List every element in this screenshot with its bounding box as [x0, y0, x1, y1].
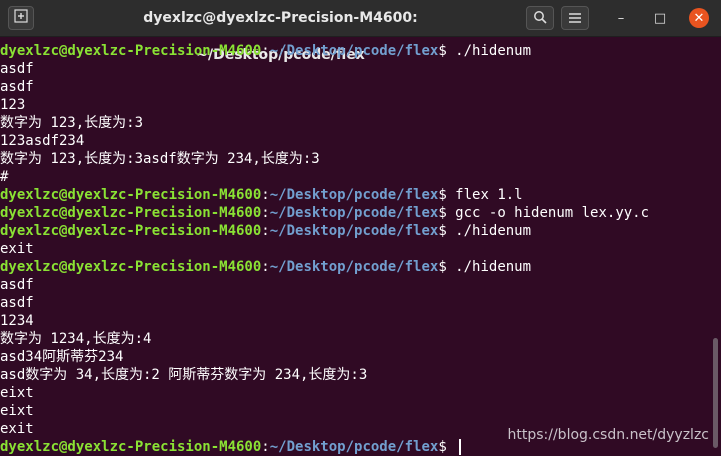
output-line: asdf [0, 295, 34, 311]
prompt-user-host: dyexlzc@dyexlzc-Precision-M4600 [0, 223, 262, 239]
minimize-button[interactable]: – [612, 9, 630, 27]
command-text: $ flex 1.l [438, 187, 523, 203]
window-title: dyexlzc@dyexlzc-Precision-M4600: ~/Deskt… [143, 10, 418, 63]
new-tab-button[interactable] [8, 6, 34, 30]
output-line: 数字为 123,长度为:3asdf数字为 234,长度为:3 [0, 151, 320, 167]
title-bar: dyexlzc@dyexlzc-Precision-M4600: ~/Deskt… [0, 0, 721, 63]
output-line: 数字为 1234,长度为:4 [0, 331, 152, 347]
prompt-separator: : [261, 187, 270, 203]
prompt-path: ~/Desktop/pcode/flex [269, 187, 439, 203]
command-text: $ [438, 439, 456, 455]
prompt-path: ~/Desktop/pcode/flex [269, 205, 439, 221]
prompt-user-host: dyexlzc@dyexlzc-Precision-M4600 [0, 439, 262, 455]
prompt-line: dyexlzc@dyexlzc-Precision-M4600:~/Deskto… [0, 258, 531, 276]
output-line: asdf [0, 61, 34, 77]
prompt-separator: : [261, 205, 270, 221]
prompt-user-host: dyexlzc@dyexlzc-Precision-M4600 [0, 187, 262, 203]
prompt-line: dyexlzc@dyexlzc-Precision-M4600:~/Deskto… [0, 204, 649, 222]
output-line: # [0, 169, 9, 185]
text-cursor [459, 439, 462, 455]
prompt-user-host: dyexlzc@dyexlzc-Precision-M4600 [0, 205, 262, 221]
prompt-user-host: dyexlzc@dyexlzc-Precision-M4600 [0, 43, 262, 59]
prompt-path: ~/Desktop/pcode/flex [269, 43, 439, 59]
output-line: asd34阿斯蒂芬234 [0, 349, 124, 365]
output-line: 1234 [0, 313, 34, 329]
scrollbar-thumb[interactable] [713, 338, 718, 448]
command-text: $ ./hidenum [438, 223, 532, 239]
output-line: asd数字为 34,长度为:2 阿斯蒂芬数字为 234,长度为:3 [0, 367, 368, 383]
prompt-path: ~/Desktop/pcode/flex [269, 259, 439, 275]
menu-button[interactable] [561, 6, 589, 30]
output-line: exit [0, 241, 34, 257]
watermark: https://blog.csdn.net/dyyzlzc [507, 427, 710, 443]
output-line: eixt [0, 385, 34, 401]
close-button[interactable]: ✕ [689, 8, 709, 28]
prompt-line: dyexlzc@dyexlzc-Precision-M4600:~/Deskto… [0, 222, 531, 240]
hamburger-menu-icon [568, 9, 582, 28]
prompt-separator: : [261, 259, 270, 275]
prompt-path: ~/Desktop/pcode/flex [269, 223, 439, 239]
prompt-separator: : [261, 43, 270, 59]
prompt-line: dyexlzc@dyexlzc-Precision-M4600:~/Deskto… [0, 42, 531, 60]
output-line: exit [0, 421, 34, 437]
prompt-line: dyexlzc@dyexlzc-Precision-M4600:~/Deskto… [0, 438, 462, 456]
output-line: 123asdf234 [0, 133, 85, 149]
prompt-path: ~/Desktop/pcode/flex [269, 439, 439, 455]
command-text: $ gcc -o hidenum lex.yy.c [438, 205, 650, 221]
output-line: 123 [0, 97, 26, 113]
command-text: $ ./hidenum [438, 43, 532, 59]
output-line: asdf [0, 277, 34, 293]
output-line: asdf [0, 79, 34, 95]
new-tab-icon [14, 9, 28, 27]
maximize-button[interactable]: □ [651, 9, 669, 27]
prompt-line: dyexlzc@dyexlzc-Precision-M4600:~/Deskto… [0, 186, 523, 204]
prompt-separator: : [261, 223, 270, 239]
output-line: eixt [0, 403, 34, 419]
output-line: 数字为 123,长度为:3 [0, 115, 144, 131]
search-button[interactable] [526, 6, 554, 30]
command-text: $ ./hidenum [438, 259, 532, 275]
terminal-output[interactable]: dyexlzc@dyexlzc-Precision-M4600:~/Deskto… [0, 38, 721, 455]
search-icon [533, 9, 547, 28]
prompt-separator: : [261, 439, 270, 455]
prompt-user-host: dyexlzc@dyexlzc-Precision-M4600 [0, 259, 262, 275]
